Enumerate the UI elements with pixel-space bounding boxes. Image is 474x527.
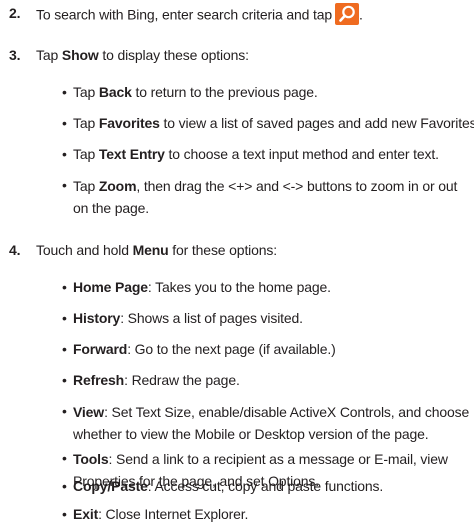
step-text: To search with Bing, enter search criter…	[36, 3, 363, 27]
search-icon	[339, 5, 355, 22]
bullet-post: : Shows a list of pages visited.	[120, 310, 303, 326]
manual-page: 2. To search with Bing, enter search cri…	[0, 0, 474, 527]
bullet-text: View: Set Text Size, enable/disable Acti…	[73, 401, 471, 445]
bullet-bold: Back	[98, 84, 132, 100]
bullet-text: Home Page: Takes you to the home page.	[73, 279, 331, 295]
step-3-post: to display these options:	[98, 47, 249, 63]
bullet-post: to view a list of saved pages and add ne…	[159, 115, 474, 131]
step-3-bold: Show	[61, 47, 99, 63]
bullet-pre: Tap	[73, 146, 99, 162]
bullet-post: : Access cut, copy and paste functions.	[147, 478, 384, 494]
bullet-dot: •	[62, 341, 67, 357]
step-4-pre: Touch and hold	[36, 242, 133, 258]
bullet-dot: •	[62, 403, 67, 419]
bullet-pre: Tap	[73, 84, 99, 100]
step-number: 4.	[9, 242, 21, 258]
bullet-dot: •	[62, 146, 67, 162]
bullet-text: Copy/Paste: Access cut, copy and paste f…	[73, 478, 383, 494]
bullet-bold: Refresh	[73, 372, 125, 388]
step-4-post: for these options:	[168, 242, 278, 258]
bullet-dot: •	[62, 506, 67, 522]
bullet-pre: Tap	[73, 115, 99, 131]
bullet-post: : Redraw the page.	[124, 372, 240, 388]
bullet-text: Tap Zoom, then drag the <+> and <-> butt…	[73, 175, 471, 219]
bullet-text: Tap Back to return to the previous page.	[73, 84, 318, 100]
bullet-dot: •	[62, 115, 67, 131]
bullet-bold: Zoom	[98, 178, 137, 194]
step-number: 3.	[9, 47, 21, 63]
bullet-bold: Home Page	[73, 279, 148, 295]
step-number: 2.	[9, 5, 21, 21]
bullet-bold: View	[73, 404, 105, 420]
step-text: Tap Show to display these options:	[36, 47, 249, 63]
step-4-bold: Menu	[132, 242, 169, 258]
bullet-post: : Close Internet Explorer.	[98, 506, 249, 522]
bullet-dot: •	[62, 177, 67, 193]
step-3-pre: Tap	[36, 47, 62, 63]
bullet-post: : Go to the next page (if available.)	[127, 341, 336, 357]
bullet-dot: •	[62, 372, 67, 388]
bullet-bold: Forward	[73, 341, 128, 357]
bullet-dot: •	[62, 478, 67, 494]
bullet-text: Refresh: Redraw the page.	[73, 372, 240, 388]
bullet-pre: Tap	[73, 178, 99, 194]
bullet-text: History: Shows a list of pages visited.	[73, 310, 303, 326]
bullet-dot: •	[62, 84, 67, 100]
bullet-bold: History	[73, 310, 121, 326]
step-2-end: .	[359, 6, 363, 23]
bullet-bold: Text Entry	[98, 146, 165, 162]
bullet-post: to choose a text input method and enter …	[164, 146, 439, 162]
bullet-bold: Exit	[73, 506, 99, 522]
bullet-dot: •	[62, 450, 67, 466]
bullet-bold: Tools	[73, 451, 109, 467]
bullet-post: : Set Text Size, enable/disable ActiveX …	[73, 404, 470, 442]
bullet-bold: Favorites	[98, 115, 160, 131]
bullet-text: Exit: Close Internet Explorer.	[73, 506, 248, 522]
search-button-glyph	[335, 3, 359, 25]
step-text: Touch and hold Menu for these options:	[36, 242, 277, 258]
bullet-text: Forward: Go to the next page (if availab…	[73, 341, 336, 357]
bullet-post: : Takes you to the home page.	[147, 279, 331, 295]
bullet-bold: Copy/Paste	[73, 478, 148, 494]
bullet-text: Tap Favorites to view a list of saved pa…	[73, 115, 474, 131]
step-2-text: To search with Bing, enter search criter…	[36, 6, 332, 23]
bullet-post: to return to the previous page.	[131, 84, 318, 100]
bullet-dot: •	[62, 310, 67, 326]
bullet-dot: •	[62, 279, 67, 295]
bullet-text: Tap Text Entry to choose a text input me…	[73, 146, 439, 162]
